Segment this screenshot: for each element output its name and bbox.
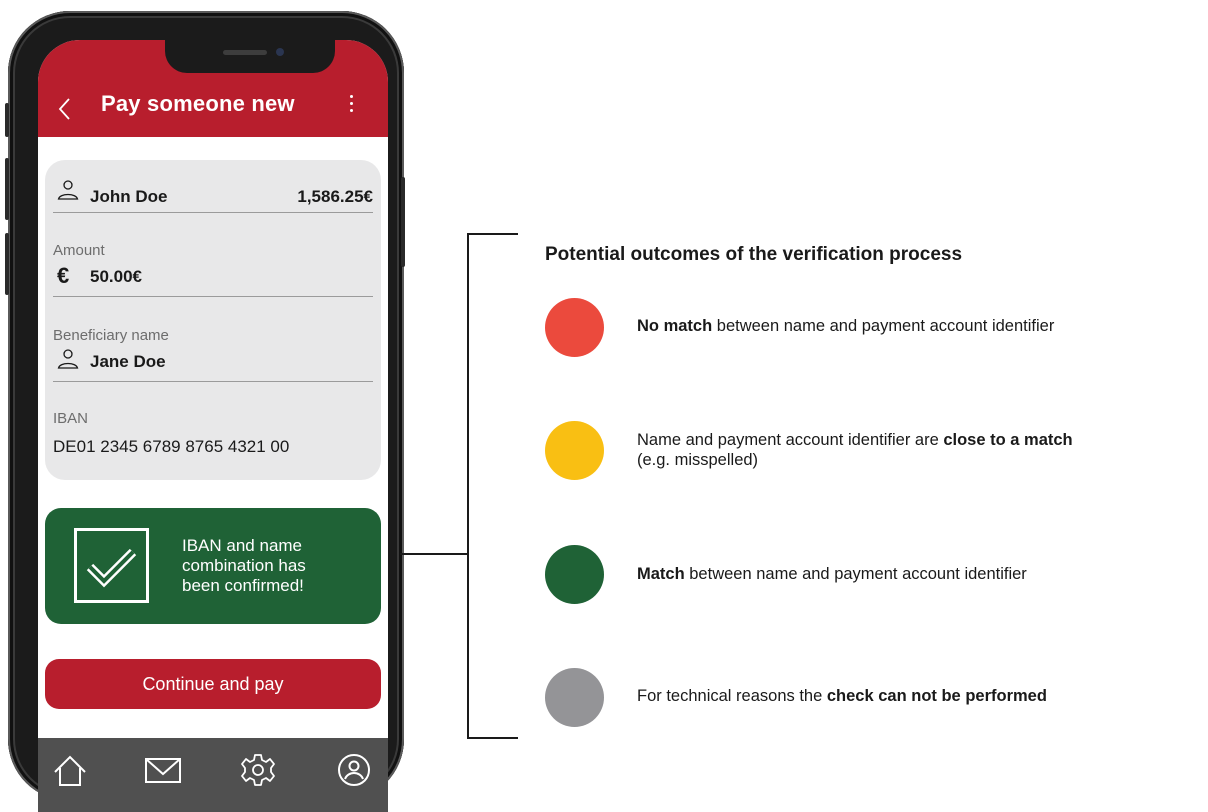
confirmation-line: been confirmed! <box>182 576 304 595</box>
outcome-bold: check can not be performed <box>826 687 1047 705</box>
outcome-close-match: Name and payment account identifier are … <box>637 430 1073 470</box>
nav-profile[interactable] <box>334 750 374 790</box>
phone-volume-up-button <box>5 158 9 220</box>
front-camera <box>276 48 284 56</box>
profile-icon <box>338 754 370 786</box>
outcome-no-match: No match between name and payment accoun… <box>637 316 1054 336</box>
divider <box>53 381 373 382</box>
more-options-icon[interactable] <box>346 92 356 118</box>
phone-silent-switch <box>5 103 9 137</box>
iban-value: DE01 2345 6789 8765 4321 00 <box>53 437 290 456</box>
verification-confirmation-banner: IBAN and name combination has been confi… <box>45 508 381 624</box>
iban-label: IBAN <box>53 410 89 427</box>
confirmation-line: combination has <box>182 556 306 575</box>
payment-details-card: John Doe 1,586.25€ Amount € 50.00€ Benef… <box>45 160 381 480</box>
account-row[interactable]: John Doe 1,586.25€ <box>53 160 373 214</box>
connector-line <box>400 553 468 555</box>
home-icon <box>54 755 86 786</box>
amount-value: 50.00€ <box>90 267 142 286</box>
outcome-bold: Match <box>637 565 685 583</box>
divider <box>53 296 373 297</box>
check-not-performed-indicator <box>545 668 604 727</box>
nav-settings[interactable] <box>238 750 278 790</box>
phone-screen: Pay someone new John Doe 1,586.25€ Amoun… <box>38 40 388 812</box>
page-title: Pay someone new <box>101 91 295 116</box>
outcome-bold: No match <box>637 317 713 335</box>
amount-field[interactable]: Amount € 50.00€ <box>53 242 373 298</box>
outcome-desc: between name and payment account identif… <box>684 565 1027 583</box>
confirmation-line: IBAN and name <box>182 536 303 555</box>
account-balance: 1,586.25€ <box>297 187 373 206</box>
outcome-bold: close to a match <box>943 431 1073 449</box>
euro-icon: € <box>57 263 70 288</box>
checkbox-checked-icon <box>74 528 149 603</box>
divider <box>53 212 373 213</box>
beneficiary-label: Beneficiary name <box>53 327 169 344</box>
outcome-match: Match between name and payment account i… <box>637 564 1027 584</box>
match-indicator <box>545 545 604 604</box>
speaker-grille <box>223 50 267 55</box>
no-match-indicator <box>545 298 604 357</box>
bracket-top <box>467 233 518 235</box>
outcome-desc: (e.g. misspelled) <box>637 451 759 469</box>
beneficiary-field[interactable]: Beneficiary name Jane Doe <box>53 327 373 383</box>
amount-label: Amount <box>53 242 105 259</box>
phone-volume-down-button <box>5 233 9 295</box>
close-match-indicator <box>545 421 604 480</box>
nav-messages[interactable] <box>143 750 183 790</box>
continue-and-pay-button[interactable]: Continue and pay <box>45 659 381 709</box>
legend-title: Potential outcomes of the verification p… <box>545 244 963 265</box>
beneficiary-name-value: Jane Doe <box>90 352 166 371</box>
bracket-bottom <box>467 737 518 739</box>
iban-field[interactable]: IBAN DE01 2345 6789 8765 4321 00 <box>53 410 373 460</box>
user-icon <box>57 349 79 369</box>
nav-home[interactable] <box>50 750 90 790</box>
outcome-desc: Name and payment account identifier are <box>637 431 944 449</box>
outcome-desc: between name and payment account identif… <box>712 317 1055 335</box>
back-arrow-icon[interactable] <box>56 96 74 122</box>
phone-power-button <box>401 177 405 267</box>
phone-frame: Pay someone new John Doe 1,586.25€ Amoun… <box>5 11 405 812</box>
phone-notch <box>165 40 335 73</box>
outcome-desc: For technical reasons the <box>637 687 827 705</box>
outcome-not-performed: For technical reasons the check can not … <box>637 686 1047 706</box>
account-holder-name: John Doe <box>90 187 168 206</box>
mail-icon <box>145 758 181 783</box>
user-icon <box>57 180 79 200</box>
confirmation-message: IBAN and name combination has been confi… <box>182 536 362 596</box>
bracket-vertical <box>467 233 469 738</box>
settings-gear-icon <box>241 754 275 786</box>
